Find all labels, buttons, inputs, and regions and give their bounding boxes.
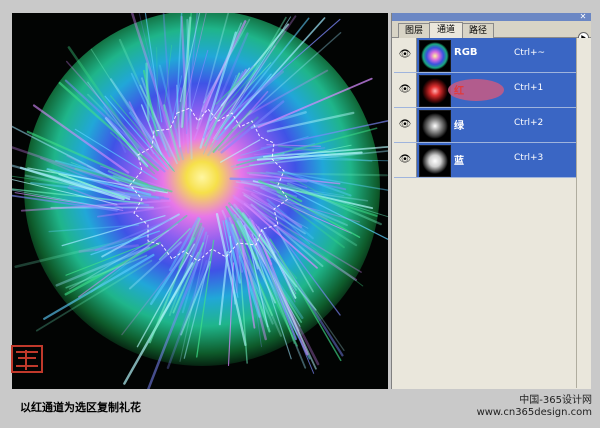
site-name: 中国-365设计网 xyxy=(519,395,592,406)
eye-icon: 👁 xyxy=(398,119,412,130)
channel-shortcut: Ctrl+3 xyxy=(514,153,544,163)
panel-scrollbar[interactable] xyxy=(576,38,591,388)
channel-name: 绿 xyxy=(454,121,464,132)
channel-shortcut: Ctrl+~ xyxy=(514,48,546,58)
channel-name: 蓝 xyxy=(454,156,464,167)
artist-seal-logo xyxy=(11,345,43,373)
channel-name: RGB xyxy=(454,47,478,58)
channel-name: 红 xyxy=(454,86,464,97)
channel-thumbnail xyxy=(419,40,451,72)
site-url: www.cn365design.com xyxy=(476,407,592,418)
visibility-toggle[interactable]: 👁 xyxy=(394,38,417,72)
channels-panel: ✕ 图层 通道 路径 ▶ 👁 RGB Ctrl+~ 👁 xyxy=(391,12,591,389)
caption-text: 以红通道为选区复制礼花 xyxy=(20,401,141,414)
site-credit: 中国-365设计网 www.cn365design.com xyxy=(477,395,592,419)
tab-channels[interactable]: 通道 xyxy=(429,22,463,39)
close-icon[interactable]: ✕ xyxy=(578,12,588,21)
channel-row-green[interactable]: 👁 绿 Ctrl+2 xyxy=(394,108,576,143)
channel-shortcut: Ctrl+2 xyxy=(514,118,544,128)
eye-icon: 👁 xyxy=(398,84,412,95)
eye-icon: 👁 xyxy=(398,154,412,165)
channel-thumbnail xyxy=(419,110,451,142)
tab-layers[interactable]: 图层 xyxy=(398,23,430,38)
image-canvas[interactable] xyxy=(12,13,388,389)
channel-row-red[interactable]: 👁 红 Ctrl+1 xyxy=(394,73,576,108)
firework-image xyxy=(12,13,388,389)
panel-tabs: 图层 通道 路径 ▶ xyxy=(392,21,591,43)
channel-shortcut: Ctrl+1 xyxy=(514,83,544,93)
channel-row-rgb[interactable]: 👁 RGB Ctrl+~ xyxy=(394,38,576,73)
visibility-toggle[interactable]: 👁 xyxy=(394,73,417,107)
channel-thumbnail xyxy=(419,75,451,107)
firework-streak xyxy=(235,242,239,294)
visibility-toggle[interactable]: 👁 xyxy=(394,108,417,142)
channel-list: 👁 RGB Ctrl+~ 👁 红 Ctrl+1 � xyxy=(394,38,576,178)
panel-titlebar[interactable]: ✕ xyxy=(392,12,591,21)
channel-thumbnail xyxy=(419,145,451,177)
visibility-toggle[interactable]: 👁 xyxy=(394,143,417,177)
tab-paths[interactable]: 路径 xyxy=(462,23,494,38)
channel-row-blue[interactable]: 👁 蓝 Ctrl+3 xyxy=(394,143,576,178)
eye-icon: 👁 xyxy=(398,49,412,60)
